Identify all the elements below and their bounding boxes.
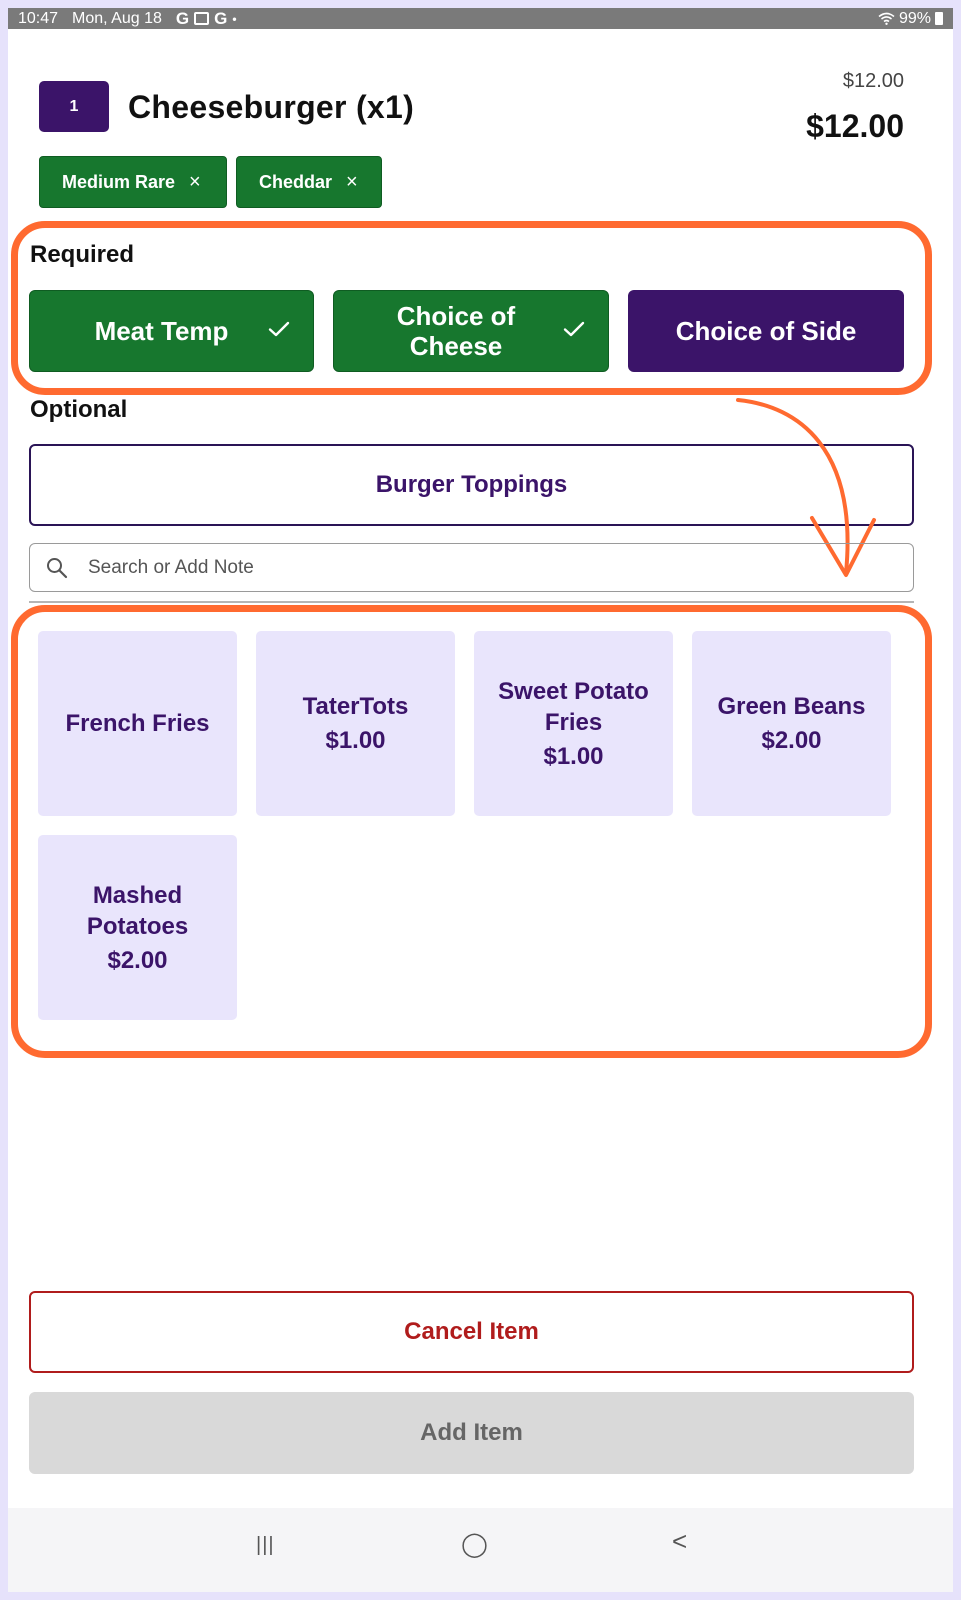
option-tile-sweet-potato-fries[interactable]: Sweet Potato Fries $1.00 [474, 631, 673, 816]
option-tile-green-beans[interactable]: Green Beans $2.00 [692, 631, 891, 816]
item-unit-price: $12.00 [842, 70, 904, 92]
search-input[interactable] [88, 556, 848, 579]
cancel-item-button[interactable]: Cancel Item [29, 1291, 914, 1373]
back-icon[interactable]: < [672, 1526, 687, 1557]
option-name: French Fries [65, 710, 210, 737]
close-icon[interactable]: × [189, 171, 201, 194]
quantity-badge[interactable]: 1 [39, 81, 109, 132]
option-tile-mashed-potatoes[interactable]: Mashed Potatoes $2.00 [38, 835, 237, 1020]
google-icon: G [175, 8, 190, 28]
status-date: Mon, Aug 18 [72, 9, 162, 27]
item-total-price: $12.00 [806, 108, 904, 144]
required-group-label: Choice of Cheese [396, 301, 516, 361]
more-notifications-dot: • [232, 11, 237, 26]
required-group-label: Choice of Side [675, 316, 857, 346]
option-name: Mashed Potatoes [86, 881, 189, 940]
modifier-chip-medium-rare[interactable]: Medium Rare × [39, 156, 227, 208]
google-icon: G [214, 8, 228, 28]
notification-icons: G G • [176, 9, 237, 29]
option-name: TaterTots [302, 693, 409, 720]
close-icon[interactable]: × [346, 171, 358, 194]
battery-icon [935, 12, 943, 25]
required-group-label: Meat Temp [94, 316, 229, 346]
required-group-choice-of-side[interactable]: Choice of Side [628, 290, 904, 372]
required-group-meat-temp[interactable]: Meat Temp [29, 290, 314, 372]
battery-percent: 99% [898, 9, 931, 27]
option-price: $2.00 [761, 727, 822, 754]
optional-heading: Optional [30, 396, 128, 423]
required-group-choice-of-cheese[interactable]: Choice of Cheese [333, 290, 609, 372]
checkmark-icon [268, 321, 290, 337]
modifier-chip-cheddar[interactable]: Cheddar × [236, 156, 382, 208]
modifier-chip-label: Cheddar [259, 171, 333, 192]
device-screen: 10:47 Mon, Aug 18 G G • 99% 1 Cheeseburg… [8, 8, 953, 1592]
search-icon [47, 557, 68, 578]
item-title: Cheeseburger (x1) [128, 89, 415, 125]
option-tile-tatertots[interactable]: TaterTots $1.00 [256, 631, 455, 816]
divider [29, 601, 914, 603]
image-icon [194, 12, 210, 25]
checkmark-icon [563, 321, 585, 337]
recent-apps-icon[interactable]: ||| [256, 1534, 275, 1557]
option-price: $2.00 [107, 946, 168, 974]
add-item-button[interactable]: Add Item [29, 1392, 914, 1474]
modifier-chip-label: Medium Rare [62, 171, 176, 192]
option-price: $1.00 [543, 742, 604, 770]
home-icon[interactable]: ◯ [461, 1530, 488, 1559]
search-note-field[interactable] [29, 543, 914, 592]
wifi-icon [878, 12, 895, 25]
option-tile-french-fries[interactable]: French Fries [38, 631, 237, 816]
option-name: Sweet Potato Fries [498, 677, 649, 736]
required-heading: Required [30, 241, 135, 268]
system-nav-bar: ||| ◯ < [8, 1508, 953, 1592]
option-name: Green Beans [717, 693, 866, 720]
status-time: 10:47 [18, 9, 59, 27]
option-price: $1.00 [325, 727, 386, 754]
status-bar: 10:47 Mon, Aug 18 G G • 99% [8, 8, 953, 29]
